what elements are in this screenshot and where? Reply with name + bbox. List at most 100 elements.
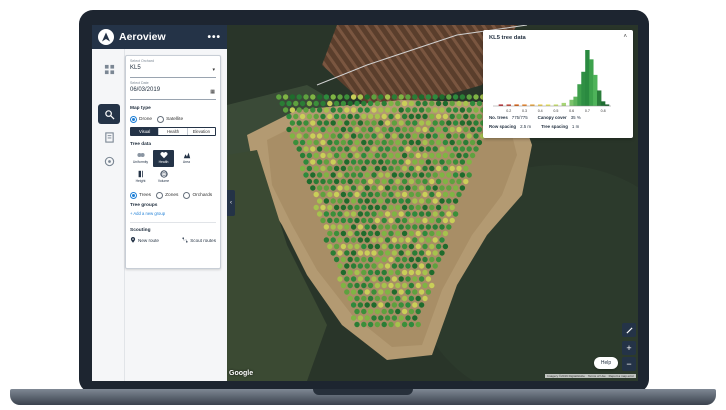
tree-canopy[interactable]	[422, 126, 428, 133]
tree-canopy[interactable]	[432, 198, 438, 204]
tree-canopy[interactable]	[398, 315, 404, 321]
tree-canopy[interactable]	[442, 100, 449, 107]
tree-canopy[interactable]	[401, 139, 408, 146]
tree-canopy[interactable]	[361, 217, 367, 224]
tree-canopy[interactable]	[347, 243, 353, 250]
tree-canopy[interactable]	[323, 94, 330, 100]
tree-canopy[interactable]	[361, 126, 367, 133]
tree-canopy[interactable]	[350, 250, 357, 256]
tree-canopy[interactable]	[401, 321, 408, 328]
tree-canopy[interactable]	[357, 133, 364, 139]
tree-canopy[interactable]	[344, 172, 350, 178]
tree-canopy[interactable]	[316, 94, 323, 100]
tree-canopy[interactable]	[391, 159, 398, 165]
tree-canopy[interactable]	[344, 263, 350, 269]
radio-orchards[interactable]	[183, 191, 191, 199]
tree-canopy[interactable]	[388, 295, 394, 302]
tree-canopy[interactable]	[354, 295, 360, 302]
tree-canopy[interactable]	[425, 172, 432, 178]
tree-canopy[interactable]	[350, 94, 357, 100]
tree-canopy[interactable]	[330, 107, 336, 113]
tree-canopy[interactable]	[418, 107, 425, 113]
tree-canopy[interactable]	[371, 276, 377, 282]
tree-canopy[interactable]	[425, 133, 432, 139]
tree-canopy[interactable]	[398, 289, 404, 295]
tree-canopy[interactable]	[425, 198, 432, 204]
tree-canopy[interactable]	[456, 113, 462, 120]
tree-canopy[interactable]	[333, 152, 340, 159]
tree-canopy[interactable]	[320, 204, 326, 211]
tree-canopy[interactable]	[347, 269, 353, 276]
tree-canopy[interactable]	[371, 146, 377, 152]
tree-canopy[interactable]	[401, 217, 408, 224]
tree-canopy[interactable]	[310, 159, 316, 165]
tree-canopy[interactable]	[323, 224, 330, 230]
tree-canopy[interactable]	[367, 295, 374, 302]
tree-canopy[interactable]	[327, 178, 333, 185]
tree-canopy[interactable]	[405, 289, 411, 295]
tree-canopy[interactable]	[391, 315, 398, 321]
tree-canopy[interactable]	[466, 146, 472, 152]
tree-canopy[interactable]	[459, 172, 466, 178]
tree-canopy[interactable]	[405, 276, 411, 282]
tree-canopy[interactable]	[340, 165, 347, 172]
tree-canopy[interactable]	[330, 133, 336, 139]
tree-canopy[interactable]	[374, 243, 381, 250]
tree-canopy[interactable]	[378, 159, 384, 165]
tree-canopy[interactable]	[439, 172, 445, 178]
tree-canopy[interactable]	[449, 152, 455, 159]
tree-canopy[interactable]	[435, 217, 442, 224]
tree-canopy[interactable]	[432, 237, 438, 243]
tree-canopy[interactable]	[276, 94, 282, 100]
tree-canopy[interactable]	[378, 172, 384, 178]
tree-canopy[interactable]	[374, 204, 381, 211]
tree-canopy[interactable]	[398, 185, 404, 191]
tree-canopy[interactable]	[337, 263, 343, 269]
tree-canopy[interactable]	[442, 113, 449, 120]
tree-canopy[interactable]	[361, 191, 367, 198]
tree-canopy[interactable]	[310, 146, 316, 152]
tree-canopy[interactable]	[439, 250, 445, 256]
tree-canopy[interactable]	[463, 139, 469, 146]
tree-canopy[interactable]	[463, 178, 469, 185]
tree-canopy[interactable]	[412, 263, 418, 269]
tree-canopy[interactable]	[364, 133, 370, 139]
tree-canopy[interactable]	[350, 185, 357, 191]
tree-canopy[interactable]	[337, 107, 343, 113]
tree-canopy[interactable]	[456, 152, 462, 159]
tree-canopy[interactable]	[449, 191, 455, 198]
tree-canopy[interactable]	[374, 282, 381, 289]
tree-canopy[interactable]	[449, 178, 455, 185]
tree-canopy[interactable]	[310, 185, 316, 191]
tree-canopy[interactable]	[459, 107, 466, 113]
tree-canopy[interactable]	[344, 94, 350, 100]
tree-canopy[interactable]	[395, 152, 401, 159]
tree-canopy[interactable]	[439, 237, 445, 243]
tree-canopy[interactable]	[327, 165, 333, 172]
tree-canopy[interactable]	[327, 152, 333, 159]
tree-canopy[interactable]	[384, 224, 391, 230]
tree-canopy[interactable]	[381, 295, 387, 302]
tree-canopy[interactable]	[401, 113, 408, 120]
tree-canopy[interactable]	[381, 269, 387, 276]
tree-canopy[interactable]	[350, 120, 357, 126]
tree-canopy[interactable]	[303, 146, 309, 152]
add-group-link[interactable]: + Add a new group	[130, 211, 216, 216]
tree-canopy[interactable]	[364, 237, 370, 243]
tree-canopy[interactable]	[418, 159, 425, 165]
tree-canopy[interactable]	[425, 211, 432, 217]
tree-canopy[interactable]	[344, 107, 350, 113]
tree-canopy[interactable]	[367, 139, 374, 146]
tree-canopy[interactable]	[378, 315, 384, 321]
terms-link[interactable]: Terms of Use	[588, 374, 606, 378]
tree-canopy[interactable]	[327, 100, 333, 107]
tree-canopy[interactable]	[344, 211, 350, 217]
tree-canopy[interactable]	[327, 217, 333, 224]
tree-canopy[interactable]	[320, 113, 326, 120]
tree-canopy[interactable]	[371, 120, 377, 126]
tree-canopy[interactable]	[371, 159, 377, 165]
tree-canopy[interactable]	[459, 185, 466, 191]
tree-canopy[interactable]	[476, 139, 483, 146]
tree-canopy[interactable]	[405, 250, 411, 256]
tree-canopy[interactable]	[347, 295, 353, 302]
